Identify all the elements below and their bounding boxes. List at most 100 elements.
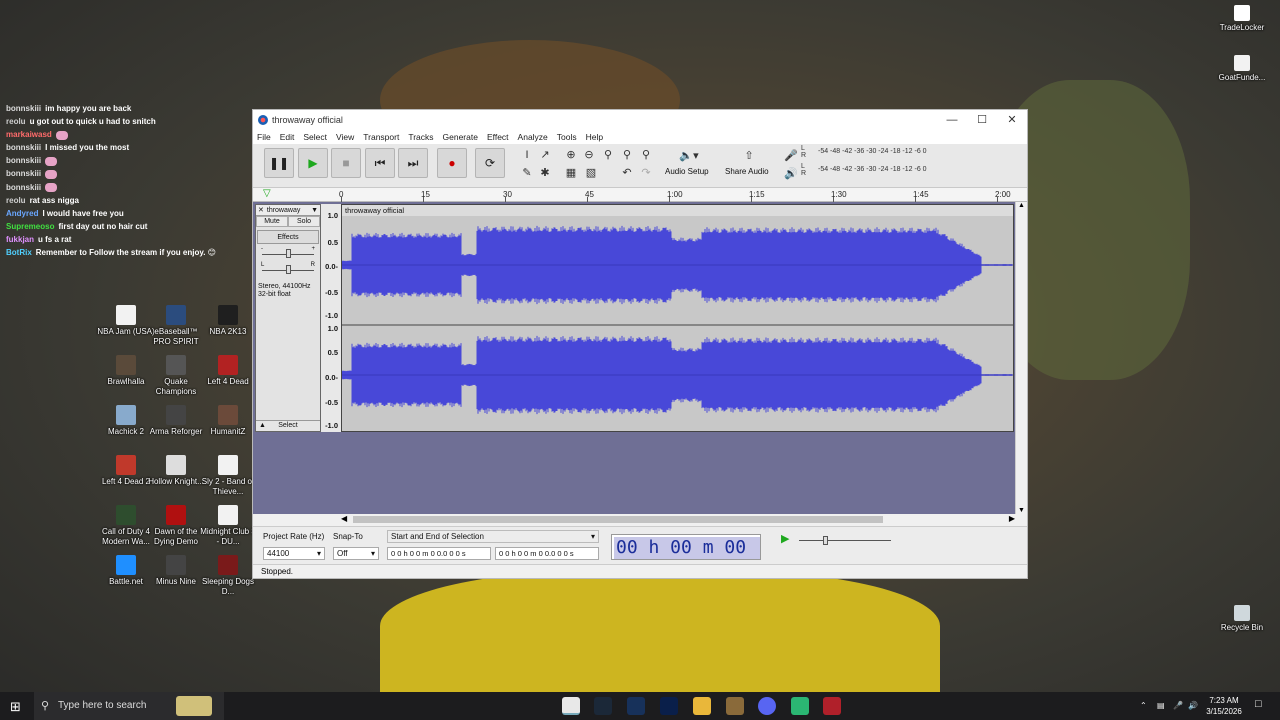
- collapse-icon[interactable]: ▲: [259, 421, 266, 431]
- share-audio-label[interactable]: Share Audio: [725, 167, 769, 176]
- track-name-menu[interactable]: ✕ throwaway ▼: [256, 205, 320, 216]
- selection-start-time[interactable]: 0 0 h 0 0 m 0 0.0 0 0 s: [387, 547, 491, 560]
- menu-tracks[interactable]: Tracks: [408, 132, 433, 142]
- menu-analyze[interactable]: Analyze: [518, 132, 548, 142]
- time-display[interactable]: 00 h 00 m 00 s: [611, 534, 761, 580]
- menu-help[interactable]: Help: [586, 132, 603, 142]
- mute-button[interactable]: Mute: [256, 216, 288, 227]
- menu-tools[interactable]: Tools: [557, 132, 577, 142]
- app-icon[interactable]: [726, 697, 744, 715]
- selection-end-time[interactable]: 0 0 h 0 0 m 0 0.0 0 0 s: [495, 547, 599, 560]
- minimize-button[interactable]: —: [937, 110, 967, 130]
- desktop-shortcut[interactable]: Hollow Knight...: [146, 455, 206, 487]
- selection-mode-select[interactable]: Start and End of Selection ▾: [387, 530, 599, 543]
- solo-button[interactable]: Solo: [288, 216, 320, 227]
- snap-to-select[interactable]: Off ▾: [333, 547, 379, 560]
- play-meter[interactable]: -54 -48 -42 -36 -30 -24 -18 -12 -6 0: [818, 166, 927, 173]
- desktop-shortcut[interactable]: Recycle Bin: [1212, 605, 1272, 633]
- network-icon[interactable]: ▤: [1157, 700, 1165, 711]
- clock[interactable]: 7:23 AM 3/15/2026: [1204, 695, 1244, 717]
- trim-icon[interactable]: ▦: [563, 165, 579, 181]
- skip-end-button[interactable]: ⏭: [398, 148, 428, 178]
- redo-icon[interactable]: ↷: [638, 165, 654, 181]
- chrome-icon[interactable]: [562, 697, 580, 715]
- share-icon[interactable]: ⇧: [741, 148, 757, 164]
- desktop-shortcut[interactable]: eBaseball™ PRO SPIRIT: [146, 305, 206, 347]
- shortcut-label: Hollow Knight...: [148, 477, 204, 486]
- undo-icon[interactable]: ↶: [619, 165, 635, 181]
- desktop-shortcut[interactable]: Sly 2 - Band of Thieve...: [198, 455, 258, 497]
- notifications-icon[interactable]: □: [1255, 699, 1262, 710]
- desktop-shortcut[interactable]: TradeLocker: [1212, 5, 1272, 33]
- project-rate-select[interactable]: 44100 ▾: [263, 547, 325, 560]
- audio-setup-label[interactable]: Audio Setup: [665, 167, 709, 176]
- file-explorer-icon[interactable]: [693, 697, 711, 715]
- desktop-shortcut[interactable]: GoatFunde...: [1212, 55, 1272, 83]
- silence-icon[interactable]: ▧: [583, 165, 599, 181]
- select-track-button[interactable]: ▲ Select: [256, 420, 320, 431]
- record-button[interactable]: ●: [437, 148, 467, 178]
- taskbar-search[interactable]: ⚲ Type here to search: [34, 692, 224, 720]
- maximize-button[interactable]: ☐: [967, 110, 997, 130]
- speaker-icon[interactable]: 🔈▾: [677, 148, 701, 164]
- menu-generate[interactable]: Generate: [443, 132, 478, 142]
- multi-tool-icon[interactable]: ✱: [537, 165, 553, 181]
- desktop-shortcut[interactable]: NBA 2K13: [198, 305, 258, 337]
- record-meter[interactable]: -54 -48 -42 -36 -30 -24 -18 -12 -6 0: [818, 148, 927, 155]
- envelope-tool-icon[interactable]: ↗: [537, 147, 553, 163]
- game-app-icon[interactable]: [791, 697, 809, 715]
- gain-slider[interactable]: - +: [260, 246, 316, 261]
- desktop-shortcut[interactable]: Left 4 Dead: [198, 355, 258, 387]
- volume-icon[interactable]: 🔊: [1188, 700, 1198, 711]
- pause-button[interactable]: ❚❚: [264, 148, 294, 178]
- title-bar[interactable]: throwaway official — ☐ ✕: [253, 110, 1027, 130]
- tray-chevron-up-icon[interactable]: ⌃: [1140, 700, 1147, 711]
- menu-file[interactable]: File: [257, 132, 271, 142]
- close-button[interactable]: ✕: [997, 110, 1027, 130]
- fit-selection-icon[interactable]: ⚲: [600, 147, 616, 163]
- discord-icon[interactable]: [758, 697, 776, 715]
- loop-button[interactable]: ⟳: [475, 148, 505, 178]
- zoom-toggle-icon[interactable]: ⚲: [638, 147, 654, 163]
- desktop-shortcut[interactable]: HumanitZ: [198, 405, 258, 437]
- waveform-clip[interactable]: throwaway official: [341, 204, 1014, 432]
- zoom-out-icon[interactable]: ⊖: [581, 147, 597, 163]
- play-head-icon[interactable]: ▽: [263, 188, 271, 199]
- playback-speaker-icon[interactable]: 🔊: [783, 166, 799, 182]
- photoshop-icon[interactable]: [660, 697, 678, 715]
- draw-tool-icon[interactable]: ✎: [519, 165, 535, 181]
- menu-transport[interactable]: Transport: [363, 132, 399, 142]
- horizontal-scrollbar[interactable]: ◀ ▶: [341, 514, 1015, 526]
- audacity-taskbar-icon[interactable]: [823, 697, 841, 715]
- fit-project-icon[interactable]: ⚲: [619, 147, 635, 163]
- desktop-shortcut[interactable]: Arma Reforger: [146, 405, 206, 437]
- windows-start-icon[interactable]: ⊞: [10, 699, 21, 715]
- close-track-icon[interactable]: ✕: [258, 206, 264, 214]
- steam-icon[interactable]: [594, 697, 612, 715]
- menu-effect[interactable]: Effect: [487, 132, 509, 142]
- microphone-icon[interactable]: 🎤: [783, 148, 799, 164]
- play-button[interactable]: ▶: [298, 148, 328, 178]
- chat-text: u got out to quick u had to snitch: [29, 117, 156, 127]
- play-at-speed-icon[interactable]: ▶: [781, 532, 789, 545]
- vertical-scrollbar[interactable]: ▲ ▼: [1015, 202, 1027, 514]
- effects-button[interactable]: Effects: [257, 230, 319, 244]
- selection-tool-icon[interactable]: I: [519, 147, 535, 163]
- vegas-icon[interactable]: [627, 697, 645, 715]
- microphone-tray-icon[interactable]: 🎤: [1173, 700, 1183, 711]
- desktop-shortcut[interactable]: Sleeping Dogs D...: [198, 555, 258, 597]
- desktop-shortcut[interactable]: Minus Nine: [146, 555, 206, 587]
- desktop-shortcut[interactable]: Dawn of the Dying Demo: [146, 505, 206, 547]
- menu-edit[interactable]: Edit: [280, 132, 295, 142]
- skip-start-button[interactable]: ⏮: [365, 148, 395, 178]
- playback-speed-slider[interactable]: [799, 535, 891, 545]
- stop-button[interactable]: ■: [331, 148, 361, 178]
- desktop-shortcut[interactable]: Midnight Club 3 - DU...: [198, 505, 258, 547]
- scrollbar-thumb[interactable]: [353, 516, 883, 523]
- menu-select[interactable]: Select: [303, 132, 327, 142]
- menu-view[interactable]: View: [336, 132, 354, 142]
- timeline-ruler[interactable]: ▽ 0 15 30 45 1:00 1:15 1:30 1:45 2:00: [253, 188, 1027, 202]
- zoom-in-icon[interactable]: ⊕: [563, 147, 579, 163]
- desktop-shortcut[interactable]: Quake Champions: [146, 355, 206, 397]
- pan-slider[interactable]: LR: [260, 262, 316, 277]
